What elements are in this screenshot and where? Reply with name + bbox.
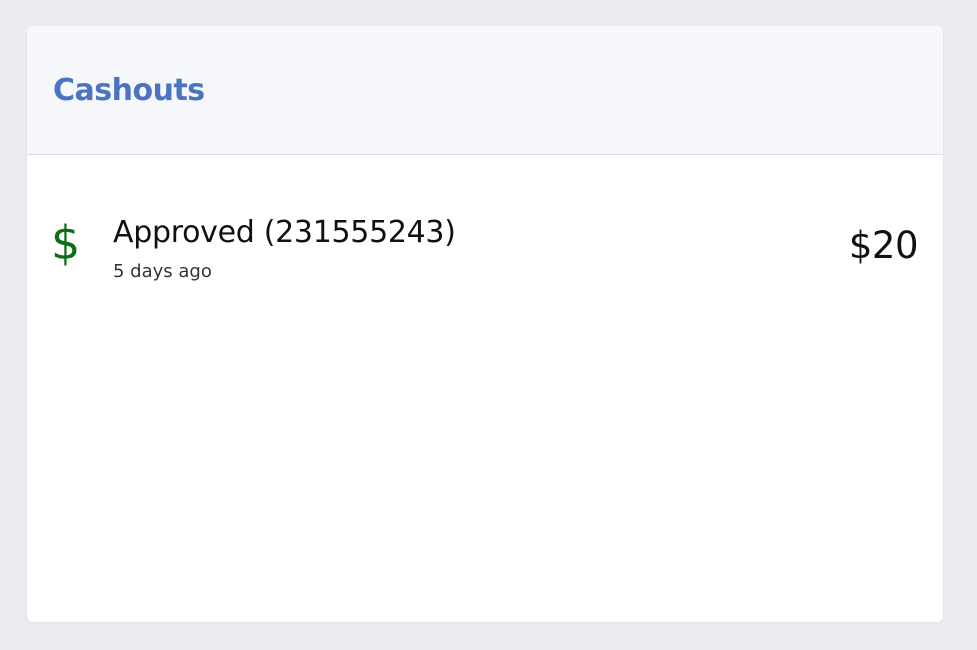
cashouts-card: Cashouts $ Approved (231555243) 5 days a… (27, 26, 943, 622)
cashouts-header: Cashouts (27, 26, 943, 155)
cashouts-title: Cashouts (53, 73, 205, 108)
cashout-status: Approved (231555243) (113, 215, 456, 250)
cashout-item[interactable]: $ Approved (231555243) 5 days ago $20 (27, 155, 943, 282)
dollar-icon: $ (51, 216, 81, 270)
cashout-amount: $20 (848, 224, 919, 267)
cashout-time: 5 days ago (113, 261, 212, 282)
